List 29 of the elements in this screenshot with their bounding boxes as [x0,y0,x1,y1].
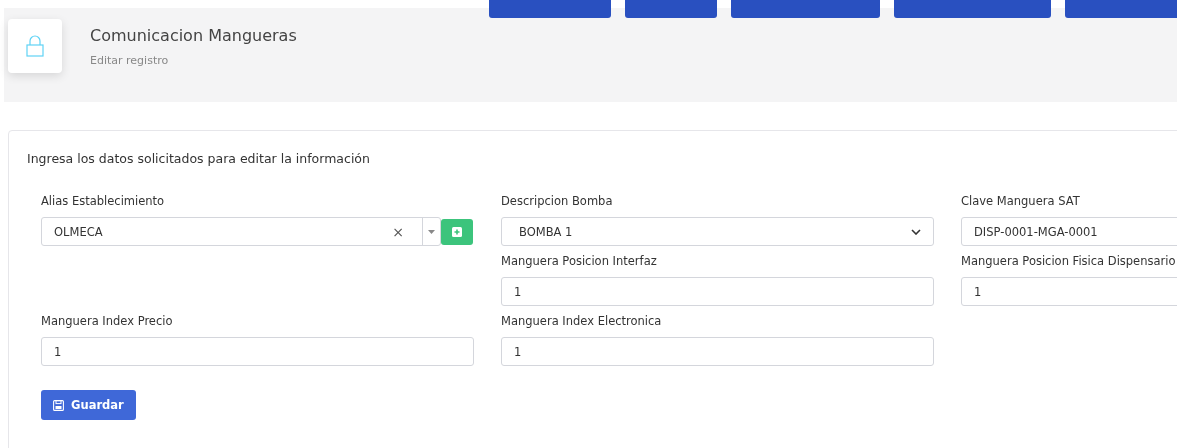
page-subtitle: Editar registro [90,54,170,67]
page-title: Comunicacion Mangueras [90,26,297,45]
nav-button[interactable] [1065,0,1177,18]
field-label: Manguera Index Electronica [501,314,663,328]
input-field[interactable]: DISP-0001-MGA-0001 [961,217,1177,246]
chevron-down-icon [911,228,921,235]
select-field[interactable]: BOMBA 1 [501,217,934,246]
field-label: Manguera Posicion Interfaz [501,254,658,268]
input-field[interactable]: 1 [41,337,474,366]
add-button[interactable] [441,218,473,245]
field-label: Manguera Posicion Fisica Dispensario [961,254,1177,268]
clear-icon[interactable]: × [392,223,404,240]
nav-button[interactable] [894,0,1051,18]
plus-icon [452,226,462,237]
field-label: Descripcion Bomba [501,194,614,208]
input-field[interactable]: 1 [961,277,1177,306]
save-button[interactable]: Guardar [41,390,136,420]
caret-icon[interactable] [428,229,435,234]
input-field[interactable]: 1 [501,337,934,366]
nav-button[interactable] [731,0,880,18]
field-label: Alias Establecimiento [41,194,166,208]
combo-field[interactable]: OLMECA × [41,217,441,246]
nav-button[interactable] [489,0,611,18]
nav-button[interactable] [625,0,717,18]
form-instructions: Ingresa los datos solicitados para editar la información [27,151,371,166]
input-field[interactable]: 1 [501,277,934,306]
field-label: Clave Manguera SAT [961,194,1081,208]
lock-icon [26,35,44,57]
field-label: Manguera Index Precio [41,314,174,328]
